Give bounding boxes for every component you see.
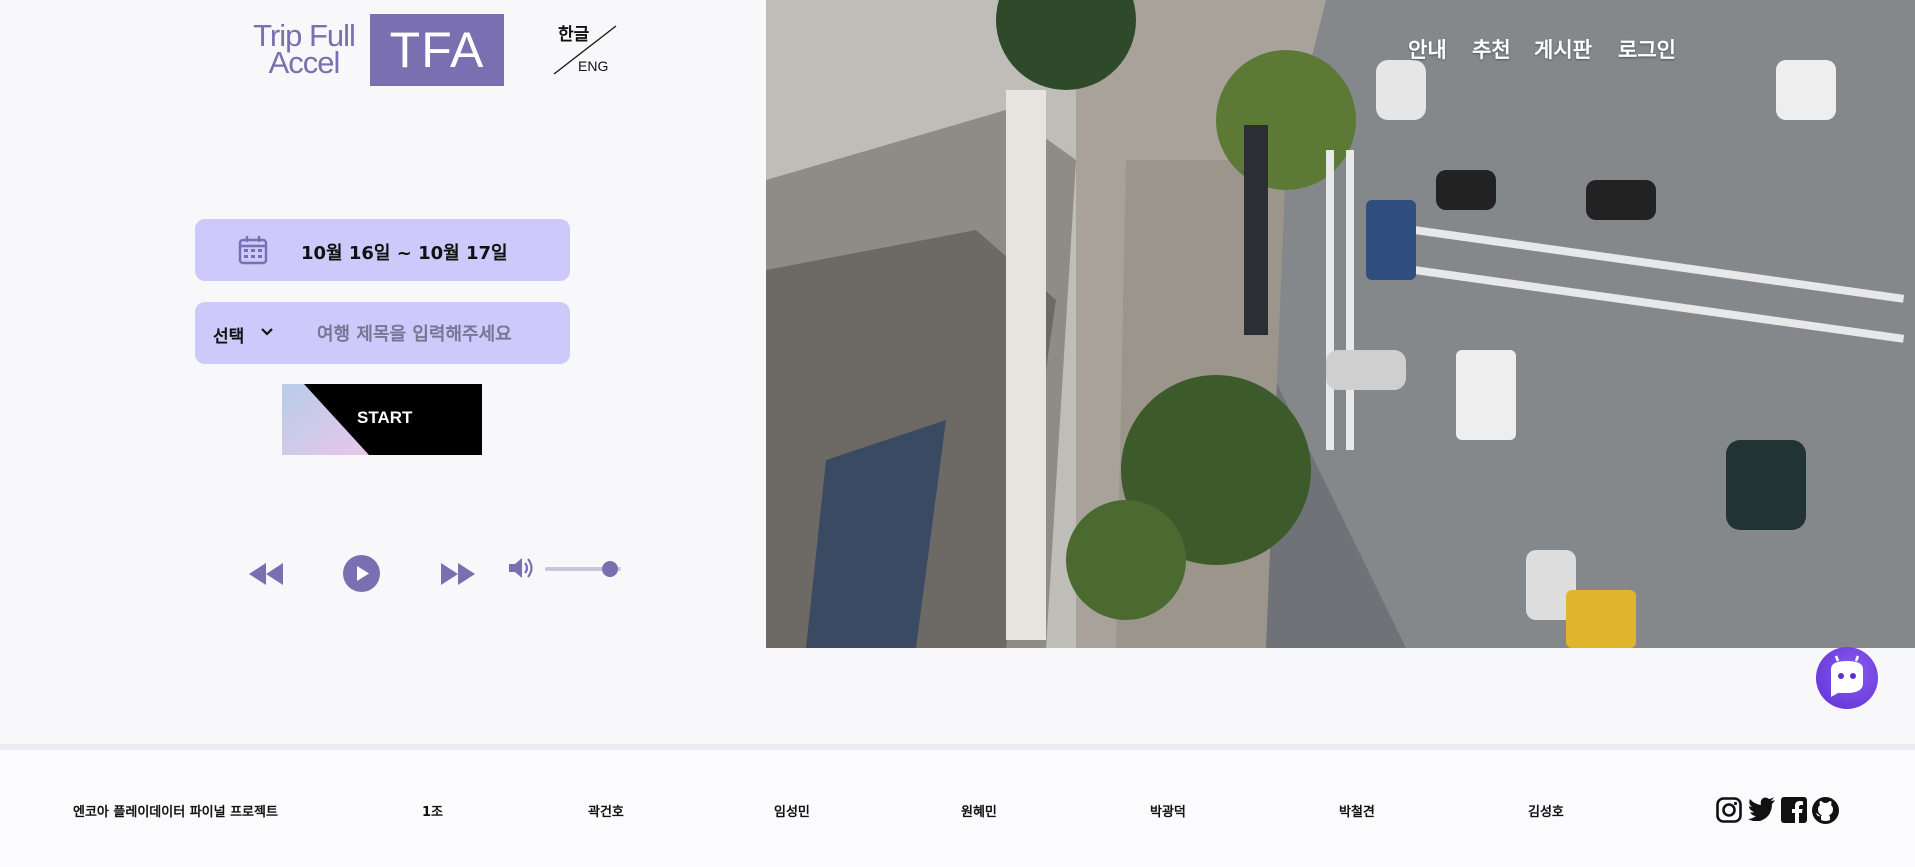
date-range-picker[interactable]: 10월 16일 ~ 10월 17일 <box>195 219 570 281</box>
nav-item-guide[interactable]: 안내 <box>1408 34 1447 64</box>
logo-text-line2: Accel <box>268 45 341 80</box>
robot-icon <box>1831 655 1863 697</box>
language-english[interactable]: ENG <box>578 58 608 74</box>
footer-member: 임성민 <box>774 805 810 820</box>
date-range-text: 10월 16일 ~ 10월 17일 <box>301 243 508 264</box>
volume-slider[interactable] <box>545 561 621 577</box>
street-scene-image <box>766 0 1915 648</box>
trip-title-input[interactable] <box>315 316 559 352</box>
start-label: START <box>357 408 413 427</box>
volume-icon[interactable] <box>508 556 534 580</box>
fast-forward-icon[interactable] <box>440 562 476 586</box>
hero-video: 안내 추천 게시판 로그인 <box>766 0 1915 648</box>
footer-team: 1조 <box>422 805 444 820</box>
volume-knob[interactable] <box>601 561 618 577</box>
footer-member: 김성호 <box>1528 805 1564 820</box>
footer-member: 박철견 <box>1339 805 1375 820</box>
footer-member: 원혜민 <box>961 805 997 820</box>
footer-member: 곽건호 <box>588 805 624 820</box>
chatbot-button[interactable] <box>1816 647 1878 709</box>
chevron-down-icon[interactable] <box>261 327 273 337</box>
category-select[interactable]: 선택 <box>213 322 244 347</box>
footer: 엔코아 플레이데이터 파이널 프로젝트 1조 곽건호 임성민 원혜민 박광덕 박… <box>0 750 1915 867</box>
language-korean[interactable]: 한글 <box>558 20 589 45</box>
nav-item-board[interactable]: 게시판 <box>1534 34 1592 64</box>
logo-text[interactable]: Trip Full Accel <box>252 20 356 80</box>
github-icon[interactable] <box>1812 797 1839 824</box>
play-icon[interactable] <box>343 555 380 592</box>
footer-project: 엔코아 플레이데이터 파이널 프로젝트 <box>73 805 278 820</box>
logo-box[interactable]: TFA <box>370 14 504 86</box>
twitter-icon[interactable] <box>1748 797 1776 821</box>
footer-member: 박광덕 <box>1150 805 1186 820</box>
nav-item-login[interactable]: 로그인 <box>1618 34 1676 64</box>
language-switch: 한글 ENG <box>548 18 620 78</box>
facebook-icon[interactable] <box>1781 797 1807 823</box>
start-button[interactable]: START <box>282 384 482 455</box>
nav-item-recommend[interactable]: 추천 <box>1472 34 1511 64</box>
calendar-icon <box>238 236 268 265</box>
volume-fill <box>545 567 610 571</box>
instagram-icon[interactable] <box>1716 797 1742 823</box>
logo-box-text: TFA <box>389 22 485 78</box>
trip-title-box: 선택 <box>195 302 570 364</box>
rewind-icon[interactable] <box>248 562 284 586</box>
